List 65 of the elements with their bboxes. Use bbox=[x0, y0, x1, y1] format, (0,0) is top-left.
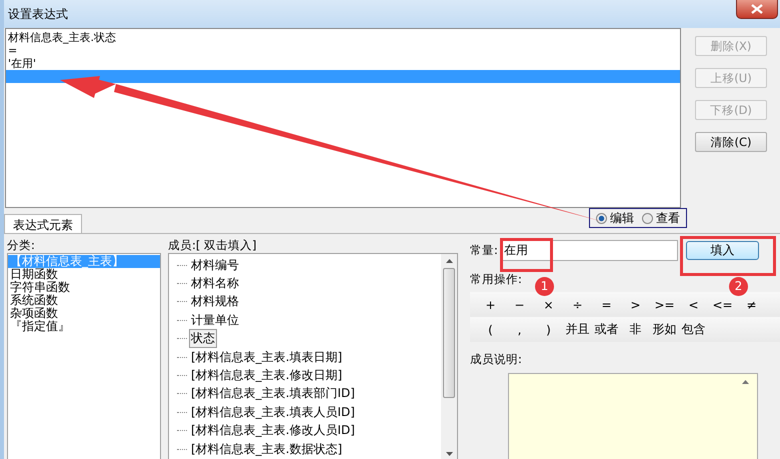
member-item[interactable]: [材料信息表_主表.填表日期] bbox=[189, 348, 344, 367]
radio-label: 查看 bbox=[656, 210, 680, 226]
operator-button[interactable]: ) bbox=[534, 322, 563, 336]
member-tree[interactable]: 材料编号 材料名称 材料规格 计量单位 状态 [材料信息表_主表.填表日期] [材料信息表_主表.修改日期] [材料信息表_主表.填表部门ID] [材料信息表_主表.填表人员ID] [材料信息表_主表.修改人员ID] [材料信息表_主表.数据状态] bbox=[168, 253, 458, 459]
member-item[interactable]: 材料编号 bbox=[189, 256, 241, 275]
expression-list[interactable]: 材料信息表_主表.状态 = '在用' bbox=[5, 28, 681, 208]
expression-line[interactable]: = bbox=[6, 44, 680, 57]
operator-button[interactable]: <= bbox=[708, 298, 737, 312]
close-button[interactable] bbox=[736, 0, 778, 19]
radio-option[interactable]: 查看 bbox=[642, 210, 680, 226]
members-label: 成员:[ 双击填入] bbox=[168, 238, 258, 252]
category-label: 分类: bbox=[7, 238, 36, 252]
category-list[interactable]: 【材料信息表_主表】 日期函数 字符串函数 系统函数 杂项函数 『指定值』 bbox=[7, 253, 161, 459]
category-item[interactable]: 系统函数 bbox=[8, 294, 160, 307]
category-item[interactable]: 日期函数 bbox=[8, 268, 160, 281]
radio-option[interactable]: 编辑 bbox=[596, 210, 634, 226]
member-item[interactable]: 状态 bbox=[189, 329, 217, 348]
member-item[interactable]: [材料信息表_主表.填表部门ID] bbox=[189, 384, 357, 404]
close-icon bbox=[751, 4, 763, 14]
constant-label: 常量: bbox=[470, 242, 498, 258]
member-item[interactable]: 材料规格 bbox=[189, 292, 241, 312]
member-item[interactable]: 材料名称 bbox=[189, 274, 241, 294]
radio-icon[interactable] bbox=[596, 212, 607, 224]
tab[interactable]: 表达式元素 bbox=[4, 214, 82, 233]
highlight-frame bbox=[500, 238, 553, 272]
operator-button[interactable]: < bbox=[679, 298, 708, 312]
operator-button[interactable]: × bbox=[534, 298, 563, 312]
operator-button[interactable]: = bbox=[592, 298, 621, 312]
operator-button[interactable]: 非 bbox=[621, 321, 650, 338]
side-button[interactable]: 清除(C) bbox=[695, 132, 767, 152]
category-item[interactable]: 杂项函数 bbox=[8, 307, 160, 320]
operator-button[interactable]: 包含 bbox=[679, 321, 708, 338]
operator-button[interactable]: >= bbox=[650, 298, 679, 312]
operator-button[interactable]: ÷ bbox=[563, 298, 592, 312]
window-title: 设置表达式 bbox=[7, 6, 68, 22]
operator-button[interactable]: − bbox=[505, 298, 534, 312]
operator-button[interactable]: , bbox=[505, 322, 534, 336]
step-marker: 1 bbox=[535, 277, 554, 296]
operator-button[interactable]: 并且 bbox=[563, 321, 592, 338]
member-item[interactable]: [材料信息表_主表.数据状态] bbox=[189, 440, 344, 459]
member-item[interactable]: [材料信息表_主表.填表人员ID] bbox=[189, 402, 357, 422]
expression-line[interactable]: 材料信息表_主表.状态 bbox=[6, 31, 680, 44]
operations-label: 常用操作: bbox=[470, 272, 522, 288]
operator-button[interactable]: > bbox=[621, 298, 650, 312]
operator-button[interactable]: + bbox=[476, 298, 505, 312]
radio-label: 编辑 bbox=[610, 210, 634, 226]
expression-line[interactable]: '在用' bbox=[6, 57, 680, 70]
member-item[interactable]: 计量单位 bbox=[189, 310, 241, 330]
scroll-up-icon[interactable] bbox=[742, 380, 749, 384]
member-item[interactable]: [材料信息表_主表.修改人员ID] bbox=[189, 421, 357, 440]
scrollbar[interactable] bbox=[441, 254, 457, 459]
fill-in-button[interactable]: 填入 bbox=[686, 240, 759, 260]
scroll-up-icon[interactable] bbox=[446, 259, 452, 263]
radio-icon[interactable] bbox=[642, 212, 653, 224]
category-item[interactable]: 『指定值』 bbox=[8, 320, 160, 333]
operator-button[interactable]: ≠ bbox=[737, 298, 766, 312]
description-label: 成员说明: bbox=[470, 352, 523, 368]
operator-button[interactable]: ( bbox=[476, 322, 505, 336]
step-marker: 2 bbox=[729, 277, 748, 296]
member-item[interactable]: [材料信息表_主表.修改日期] bbox=[189, 366, 344, 386]
operator-button[interactable]: 或者 bbox=[592, 321, 621, 338]
operator-button[interactable]: 形如 bbox=[650, 321, 679, 338]
scroll-down-icon[interactable] bbox=[446, 452, 452, 456]
category-item[interactable]: 字符串函数 bbox=[8, 281, 160, 294]
scroll-thumb[interactable] bbox=[443, 268, 455, 398]
